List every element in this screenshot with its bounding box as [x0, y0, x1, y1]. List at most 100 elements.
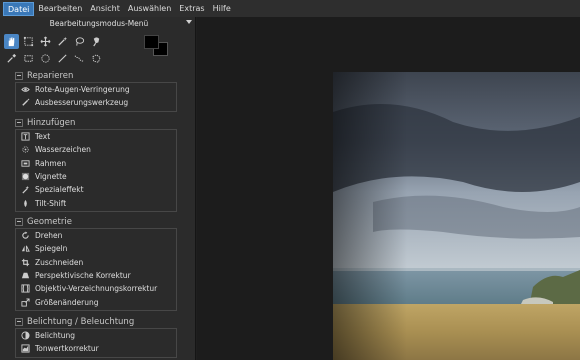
brush-select-icon — [93, 37, 100, 47]
section-header-reparieren[interactable]: Reparieren — [15, 69, 177, 82]
item-perspektive[interactable]: Perspektivische Korrektur — [16, 269, 176, 282]
item-label: Wasserzeichen — [35, 145, 91, 155]
menu-bar: Datei Bearbeiten Ansicht Auswählen Extra… — [0, 0, 580, 17]
item-label: Drehen — [35, 231, 63, 241]
lasso-icon — [75, 37, 85, 46]
image-workspace[interactable] — [197, 17, 580, 360]
collapse-icon[interactable] — [15, 217, 23, 226]
brush-select-tool[interactable] — [89, 34, 104, 49]
section-title: Belichtung / Beleuchtung — [27, 316, 135, 327]
item-label: Spiegeln — [35, 244, 68, 254]
mode-menu-dropdown[interactable]: Bearbeitungsmodus-Menü — [4, 17, 194, 30]
item-text[interactable]: Text — [16, 130, 176, 143]
crop-select-icon — [23, 36, 34, 47]
item-zuschneiden[interactable]: Zuschneiden — [16, 256, 176, 269]
item-label: Objektiv-Verzeichnungskorrektur — [35, 284, 158, 294]
section-header-hinzufuegen[interactable]: Hinzufügen — [15, 116, 177, 129]
rect-select-tool[interactable] — [21, 51, 36, 66]
foreground-color-swatch[interactable] — [144, 35, 159, 49]
magic-wand-tool[interactable] — [55, 34, 70, 49]
vignette-icon — [21, 172, 30, 181]
chevron-down-icon — [186, 20, 192, 24]
mode-menu-title: Bearbeitungsmodus-Menü — [49, 19, 149, 28]
move-tool[interactable] — [38, 34, 53, 49]
polygon-select-icon — [92, 54, 101, 63]
item-groessenaenderung[interactable]: Größenänderung — [16, 295, 176, 308]
menu-hilfe[interactable]: Hilfe — [209, 2, 235, 16]
rotate-icon — [22, 231, 29, 239]
freehand-icon — [74, 55, 84, 62]
crop-select-tool[interactable] — [21, 34, 36, 49]
item-label: Ausbesserungswerkzeug — [35, 98, 129, 108]
section-title: Geometrie — [27, 216, 72, 227]
hand-tool[interactable] — [4, 34, 19, 49]
section-body: Text Wasserzeichen Rahmen Vignette Spezi… — [15, 129, 177, 212]
item-belichtung[interactable]: Belichtung — [16, 329, 176, 342]
mirror-icon — [21, 246, 30, 253]
landscape-photo — [333, 72, 580, 360]
item-ausbesserung[interactable]: Ausbesserungswerkzeug — [16, 96, 176, 109]
section-belichtung: Belichtung / Beleuchtung Belichtung Tonw… — [15, 315, 177, 358]
section-geometrie: Geometrie Drehen Spiegeln Zuschneiden Pe… — [15, 215, 177, 311]
menu-extras[interactable]: Extras — [175, 2, 208, 16]
section-body: Drehen Spiegeln Zuschneiden Perspektivis… — [15, 228, 177, 311]
collapse-icon[interactable] — [15, 118, 23, 127]
section-hinzufuegen: Hinzufügen Text Wasserzeichen Rahmen Vig… — [15, 116, 177, 212]
item-tilt-shift[interactable]: Tilt-Shift — [16, 196, 176, 209]
collapse-icon[interactable] — [15, 71, 23, 80]
collapse-icon[interactable] — [15, 317, 23, 326]
line-tool[interactable] — [55, 51, 70, 66]
item-label: Belichtung — [35, 331, 76, 341]
item-label: Tonwertkorrektur — [35, 344, 99, 354]
text-icon — [21, 132, 30, 141]
item-label: Vignette — [35, 172, 67, 182]
hand-icon — [8, 37, 15, 47]
freehand-tool[interactable] — [72, 51, 87, 66]
item-label: Größenänderung — [35, 297, 99, 307]
item-tonwertkorrektur[interactable]: Tonwertkorrektur — [16, 342, 176, 355]
line-icon — [58, 54, 67, 63]
color-swatches[interactable] — [144, 35, 170, 59]
item-drehen[interactable]: Drehen — [16, 229, 176, 242]
item-label: Text — [35, 132, 51, 142]
item-label: Tilt-Shift — [35, 198, 67, 208]
item-spezialeffekt[interactable]: Spezialeffekt — [16, 183, 176, 196]
levels-icon — [21, 344, 30, 353]
section-header-belichtung[interactable]: Belichtung / Beleuchtung — [15, 315, 177, 328]
rect-select-icon — [24, 55, 33, 62]
item-spiegeln[interactable]: Spiegeln — [16, 242, 176, 255]
tool-row-2 — [4, 51, 104, 66]
polygon-select-tool[interactable] — [89, 51, 104, 66]
ellipse-select-icon — [41, 54, 50, 63]
tool-row-1 — [4, 34, 104, 49]
item-label: Perspektivische Korrektur — [35, 271, 131, 281]
item-rote-augen[interactable]: Rote-Augen-Verringerung — [16, 83, 176, 96]
lasso-tool[interactable] — [72, 34, 87, 49]
eyedropper-tool[interactable] — [4, 51, 19, 66]
item-label: Spezialeffekt — [35, 185, 84, 195]
photo-canvas[interactable] — [333, 72, 580, 360]
item-vignette[interactable]: Vignette — [16, 170, 176, 183]
section-title: Hinzufügen — [27, 117, 76, 128]
menu-bearbeiten[interactable]: Bearbeiten — [34, 2, 86, 16]
menu-auswaehlen[interactable]: Auswählen — [124, 2, 175, 16]
section-header-geometrie[interactable]: Geometrie — [15, 215, 177, 228]
watermark-icon — [22, 146, 29, 154]
ellipse-select-tool[interactable] — [38, 51, 53, 66]
section-body: Rote-Augen-Verringerung Ausbesserungswer… — [15, 82, 177, 112]
section-title: Reparieren — [27, 70, 74, 81]
menu-ansicht[interactable]: Ansicht — [86, 2, 124, 16]
move-icon — [40, 36, 51, 47]
section-reparieren: Reparieren Rote-Augen-Verringerung Ausbe… — [15, 69, 177, 112]
edit-panel: Bearbeitungsmodus-Menü Reparieren Rote-A… — [0, 17, 196, 360]
item-wasserzeichen[interactable]: Wasserzeichen — [16, 143, 176, 156]
section-body: Belichtung Tonwertkorrektur — [15, 328, 177, 358]
item-label: Rahmen — [35, 158, 67, 168]
patch-icon — [22, 99, 30, 107]
resize-icon — [21, 298, 30, 307]
eye-icon — [21, 87, 30, 92]
item-objektiv[interactable]: Objektiv-Verzeichnungskorrektur — [16, 282, 176, 295]
menu-datei[interactable]: Datei — [3, 1, 35, 16]
item-rahmen[interactable]: Rahmen — [16, 157, 176, 170]
frame-icon — [21, 160, 30, 167]
